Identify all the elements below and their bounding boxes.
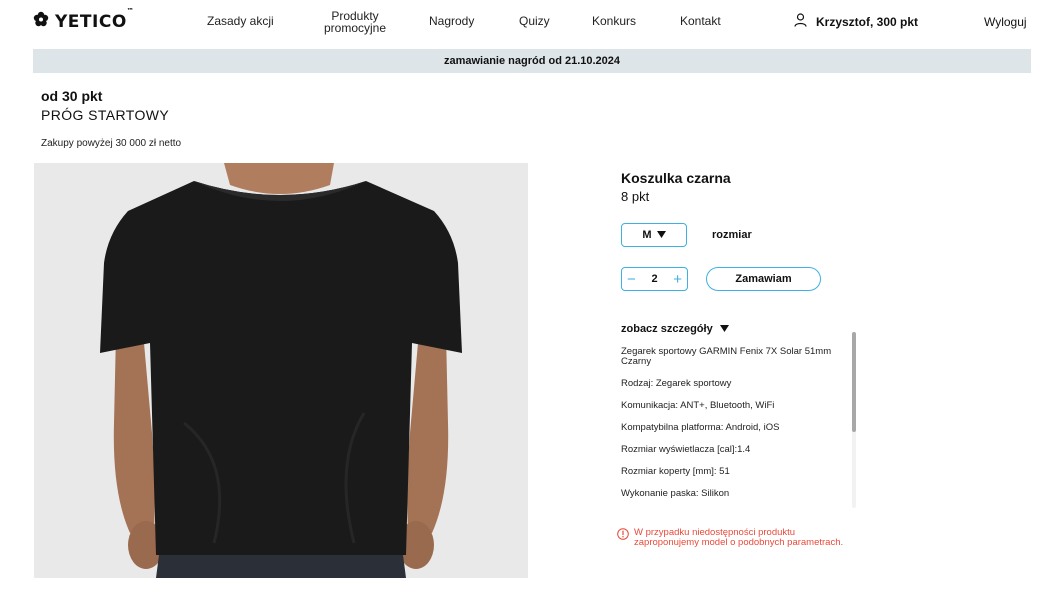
detail-item: Komunikacja: ANT+, Bluetooth, WiFi — [621, 400, 775, 411]
detail-item: Rodzaj: Zegarek sportowy — [621, 378, 732, 389]
detail-item: Rozmiar wyświetlacza [cal]:1.4 — [621, 444, 751, 455]
caret-down-icon — [719, 323, 729, 335]
scrollbar-thumb[interactable] — [852, 332, 856, 432]
nav-zasady-akcji[interactable]: Zasady akcji — [207, 15, 274, 27]
tier-threshold: od 30 pkt — [41, 88, 103, 104]
size-label: rozmiar — [712, 229, 752, 241]
user-icon — [794, 13, 807, 30]
nav-kontakt[interactable]: Kontakt — [680, 15, 721, 27]
caret-down-icon — [656, 229, 666, 241]
tier-condition: Zakupy powyżej 30 000 zł netto — [41, 138, 182, 149]
order-button[interactable]: Zamawiam — [706, 267, 821, 291]
order-date-banner: zamawianie nagród od 21.10.2024 — [33, 49, 1031, 73]
notice-text: W przypadku niedostępności produktu zapr… — [634, 527, 844, 548]
warning-icon — [617, 528, 629, 548]
detail-item: Rozmiar koperty [mm]: 51 — [621, 466, 730, 477]
details-toggle-label: zobacz szczegóły — [621, 323, 713, 335]
logo[interactable]: YETICO™ — [33, 6, 135, 32]
details-toggle[interactable]: zobacz szczegóły — [621, 323, 729, 335]
detail-item: Zegarek sportowy GARMIN Fenix 7X Solar 5… — [621, 347, 832, 367]
minus-icon[interactable]: − — [627, 272, 636, 287]
details-list: Zegarek sportowy GARMIN Fenix 7X Solar 5… — [621, 347, 847, 509]
top-navigation: YETICO™ Zasady akcji Produkty promocyjne… — [0, 0, 1043, 44]
detail-item: Wykonanie paska: Silikon — [621, 488, 730, 499]
nav-quizy[interactable]: Quizy — [519, 15, 550, 27]
logout-link[interactable]: Wyloguj — [984, 15, 1027, 29]
size-value: M — [642, 229, 652, 241]
nav-produkty-promocyjne[interactable]: Produkty promocyjne — [318, 10, 392, 34]
detail-item: Kompatybilna platforma: Android, iOS — [621, 422, 780, 433]
user-name-points: Krzysztof, 300 pkt — [816, 14, 919, 29]
logo-text: YETICO™ — [55, 6, 135, 32]
details-scrollbar[interactable] — [852, 332, 856, 508]
product-name: Koszulka czarna — [621, 170, 731, 186]
quantity-value[interactable]: 2 — [651, 273, 657, 285]
user-account[interactable]: Krzysztof, 300 pkt — [794, 13, 918, 30]
product-image — [34, 163, 528, 578]
product-points: 8 pkt — [621, 189, 650, 204]
nav-nagrody[interactable]: Nagrody — [429, 15, 474, 27]
plus-icon[interactable]: + — [673, 272, 682, 287]
availability-notice: W przypadku niedostępności produktu zapr… — [617, 528, 849, 548]
tier-name: PRÓG STARTOWY — [41, 107, 170, 123]
quantity-stepper: − 2 + — [621, 267, 688, 291]
flower-icon — [33, 11, 49, 32]
nav-konkurs[interactable]: Konkurs — [592, 15, 636, 27]
size-select[interactable]: M — [621, 223, 687, 247]
